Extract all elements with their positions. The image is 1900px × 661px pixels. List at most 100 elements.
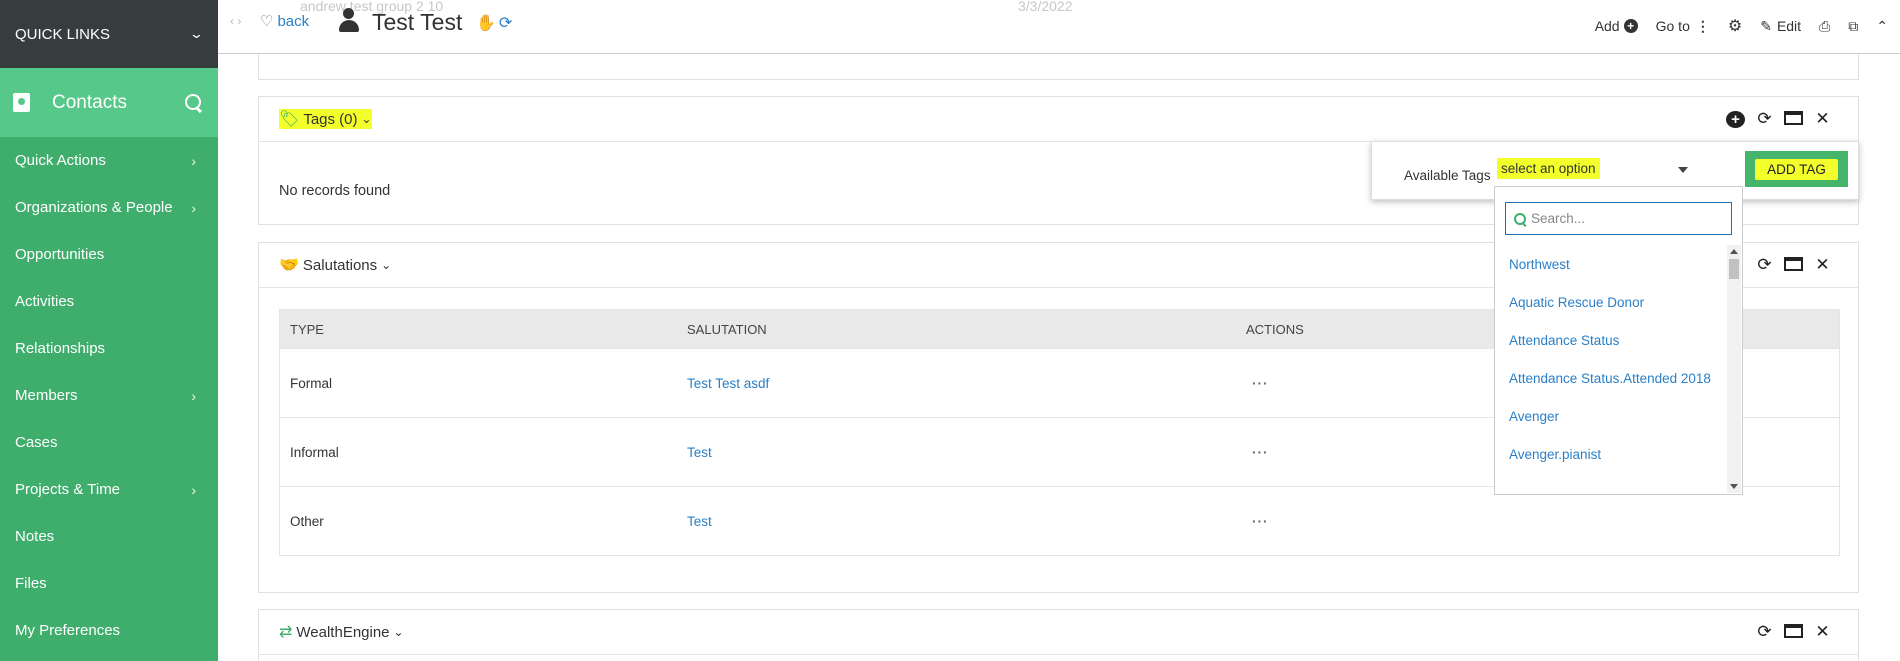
column-header-salutation[interactable]: SALUTATION	[677, 322, 1236, 337]
add-circle-icon[interactable]: +	[1726, 109, 1745, 130]
refresh-icon[interactable]: ⟳	[499, 15, 512, 32]
gear-icon[interactable]: ⚙	[1728, 16, 1742, 36]
quick-links-toggle[interactable]: QUICK LINKS ⌄	[0, 0, 218, 68]
sidebar-item-relationships[interactable]: Relationships	[0, 325, 218, 372]
scroll-up-icon[interactable]	[1730, 249, 1738, 254]
dropdown-search-input[interactable]: Search...	[1505, 202, 1732, 235]
actions-menu-icon[interactable]: ···	[1246, 445, 1269, 460]
copy-icon[interactable]: ⧉	[1848, 18, 1858, 35]
tags-title: Tags (0)	[303, 110, 358, 128]
type-cell: Other	[290, 513, 324, 529]
chevron-down-icon: ⌄	[188, 26, 205, 41]
dropdown-option[interactable]: Attendance Status	[1495, 327, 1727, 355]
vertical-dots-icon: ⋮	[1695, 17, 1710, 34]
sidebar-item-label: Relationships	[15, 340, 106, 357]
sidebar-item-label: Opportunities	[15, 246, 105, 263]
toolbar-right: Add + Go to ⋮ ⚙ ✎ Edit ⎙ ⧉ ⌃	[1595, 16, 1900, 36]
tag-dropdown: Search... Northwest Aquatic Rescue Donor…	[1494, 186, 1743, 495]
salutation-link[interactable]: Test	[687, 514, 712, 529]
chevron-up-icon[interactable]: ⌃	[1876, 18, 1888, 35]
close-icon[interactable]: ✕	[1813, 255, 1832, 276]
sidebar-item-projects-time[interactable]: Projects & Time ›	[0, 466, 218, 513]
heart-icon[interactable]: ♡	[260, 13, 273, 30]
actions-menu-icon[interactable]: ···	[1246, 376, 1269, 391]
sidebar-item-label: My Preferences	[15, 622, 121, 639]
maximize-icon[interactable]	[1784, 622, 1803, 643]
wealthengine-panel: ⇄ WealthEngine ⌄ ⟳ ✕	[258, 609, 1859, 661]
dropdown-option[interactable]: Aquatic Rescue Donor	[1495, 289, 1727, 317]
available-tags-label: Available Tags	[1404, 168, 1491, 183]
scroll-down-icon[interactable]	[1730, 484, 1738, 489]
tags-toggle[interactable]: 🏷 Tags (0) ⌄	[279, 109, 372, 129]
goto-button[interactable]: Go to ⋮	[1656, 18, 1710, 35]
refresh-icon[interactable]: ⟳	[1755, 622, 1774, 643]
sidebar-item-label: Quick Actions	[15, 152, 106, 169]
back-link[interactable]: ♡ back	[260, 12, 309, 30]
goto-label: Go to	[1655, 18, 1690, 34]
refresh-icon[interactable]: ⟳	[1755, 255, 1774, 276]
search-icon[interactable]	[184, 93, 204, 113]
previous-panel	[258, 54, 1859, 80]
tag-select[interactable]: select an option	[1495, 153, 1696, 188]
sidebar-item-label: Notes	[15, 528, 55, 545]
search-placeholder: Search...	[1531, 211, 1586, 226]
contacts-title: Contacts	[52, 91, 127, 113]
contacts-header[interactable]: Contacts	[0, 68, 218, 137]
add-tag-button[interactable]: ADD TAG	[1745, 151, 1848, 187]
add-label: Add	[1594, 18, 1620, 34]
quick-links-label: QUICK LINKS	[15, 25, 111, 43]
contact-card-icon	[13, 93, 30, 112]
chevron-down-icon: ⌄	[361, 112, 372, 126]
tag-icon: 🏷	[279, 111, 300, 128]
dropdown-option[interactable]: Northwest	[1495, 251, 1727, 279]
back-label: back	[277, 13, 310, 30]
edit-icon: ✎	[1760, 17, 1772, 34]
salutations-title: Salutations	[302, 256, 378, 274]
edit-button[interactable]: ✎ Edit	[1760, 18, 1801, 35]
sidebar-item-cases[interactable]: Cases	[0, 419, 218, 466]
sidebar: QUICK LINKS ⌄ Contacts Quick Actions › Or…	[0, 0, 218, 661]
hands-icon[interactable]: ✋	[476, 15, 496, 32]
sidebar-item-organizations-people[interactable]: Organizations & People ›	[0, 184, 218, 231]
chevron-right-icon: ›	[191, 387, 196, 404]
close-icon[interactable]: ✕	[1813, 109, 1832, 130]
sidebar-item-opportunities[interactable]: Opportunities	[0, 231, 218, 278]
salutation-link[interactable]: Test Test asdf	[687, 376, 769, 391]
sidebar-item-members[interactable]: Members ›	[0, 372, 218, 419]
column-header-type[interactable]: TYPE	[280, 322, 677, 337]
sidebar-item-quick-actions[interactable]: Quick Actions ›	[0, 137, 218, 184]
wealthengine-panel-actions: ⟳ ✕	[1755, 622, 1832, 643]
sidebar-item-files[interactable]: Files	[0, 560, 218, 607]
salutations-toggle[interactable]: 🤝 Salutations ⌄	[279, 255, 391, 275]
print-icon[interactable]: ⎙	[1819, 18, 1830, 35]
collapse-arrows-icon[interactable]: ‹ ›	[230, 14, 241, 28]
dropdown-option[interactable]: Avenger.pianist	[1495, 441, 1727, 469]
page-title: Test Test	[372, 9, 463, 35]
tags-panel-actions: + ⟳ ✕	[1726, 109, 1832, 130]
title-icons: ✋ ⟳	[476, 13, 512, 33]
scroll-thumb[interactable]	[1729, 259, 1739, 279]
refresh-icon[interactable]: ⟳	[1755, 109, 1774, 130]
sidebar-item-notes[interactable]: Notes	[0, 513, 218, 560]
wealthengine-toggle[interactable]: ⇄ WealthEngine ⌄	[279, 622, 404, 642]
actions-menu-icon[interactable]: ···	[1246, 514, 1269, 529]
sidebar-item-activities[interactable]: Activities	[0, 278, 218, 325]
sidebar-item-label: Files	[15, 575, 47, 592]
tags-panel-header: 🏷 Tags (0) ⌄ + ⟳ ✕	[259, 97, 1858, 142]
close-icon[interactable]: ✕	[1813, 622, 1832, 643]
chevron-right-icon: ›	[191, 152, 196, 169]
dropdown-scrollbar[interactable]	[1727, 245, 1741, 493]
empty-message: No records found	[279, 183, 391, 199]
maximize-icon[interactable]	[1784, 109, 1803, 130]
salutation-link[interactable]: Test	[687, 445, 712, 460]
dropdown-option[interactable]: Avenger	[1495, 403, 1727, 431]
maximize-icon[interactable]	[1784, 255, 1803, 276]
chevron-down-icon: ⌄	[381, 258, 392, 272]
sidebar-item-my-preferences[interactable]: My Preferences	[0, 607, 218, 654]
chevron-right-icon: ›	[191, 199, 196, 216]
sidebar-item-label: Activities	[15, 293, 75, 310]
add-button[interactable]: Add +	[1595, 18, 1638, 34]
type-cell: Informal	[290, 444, 339, 460]
exchange-arrows-icon: ⇄	[279, 624, 293, 641]
dropdown-option[interactable]: Attendance Status.Attended 2018	[1495, 365, 1727, 393]
